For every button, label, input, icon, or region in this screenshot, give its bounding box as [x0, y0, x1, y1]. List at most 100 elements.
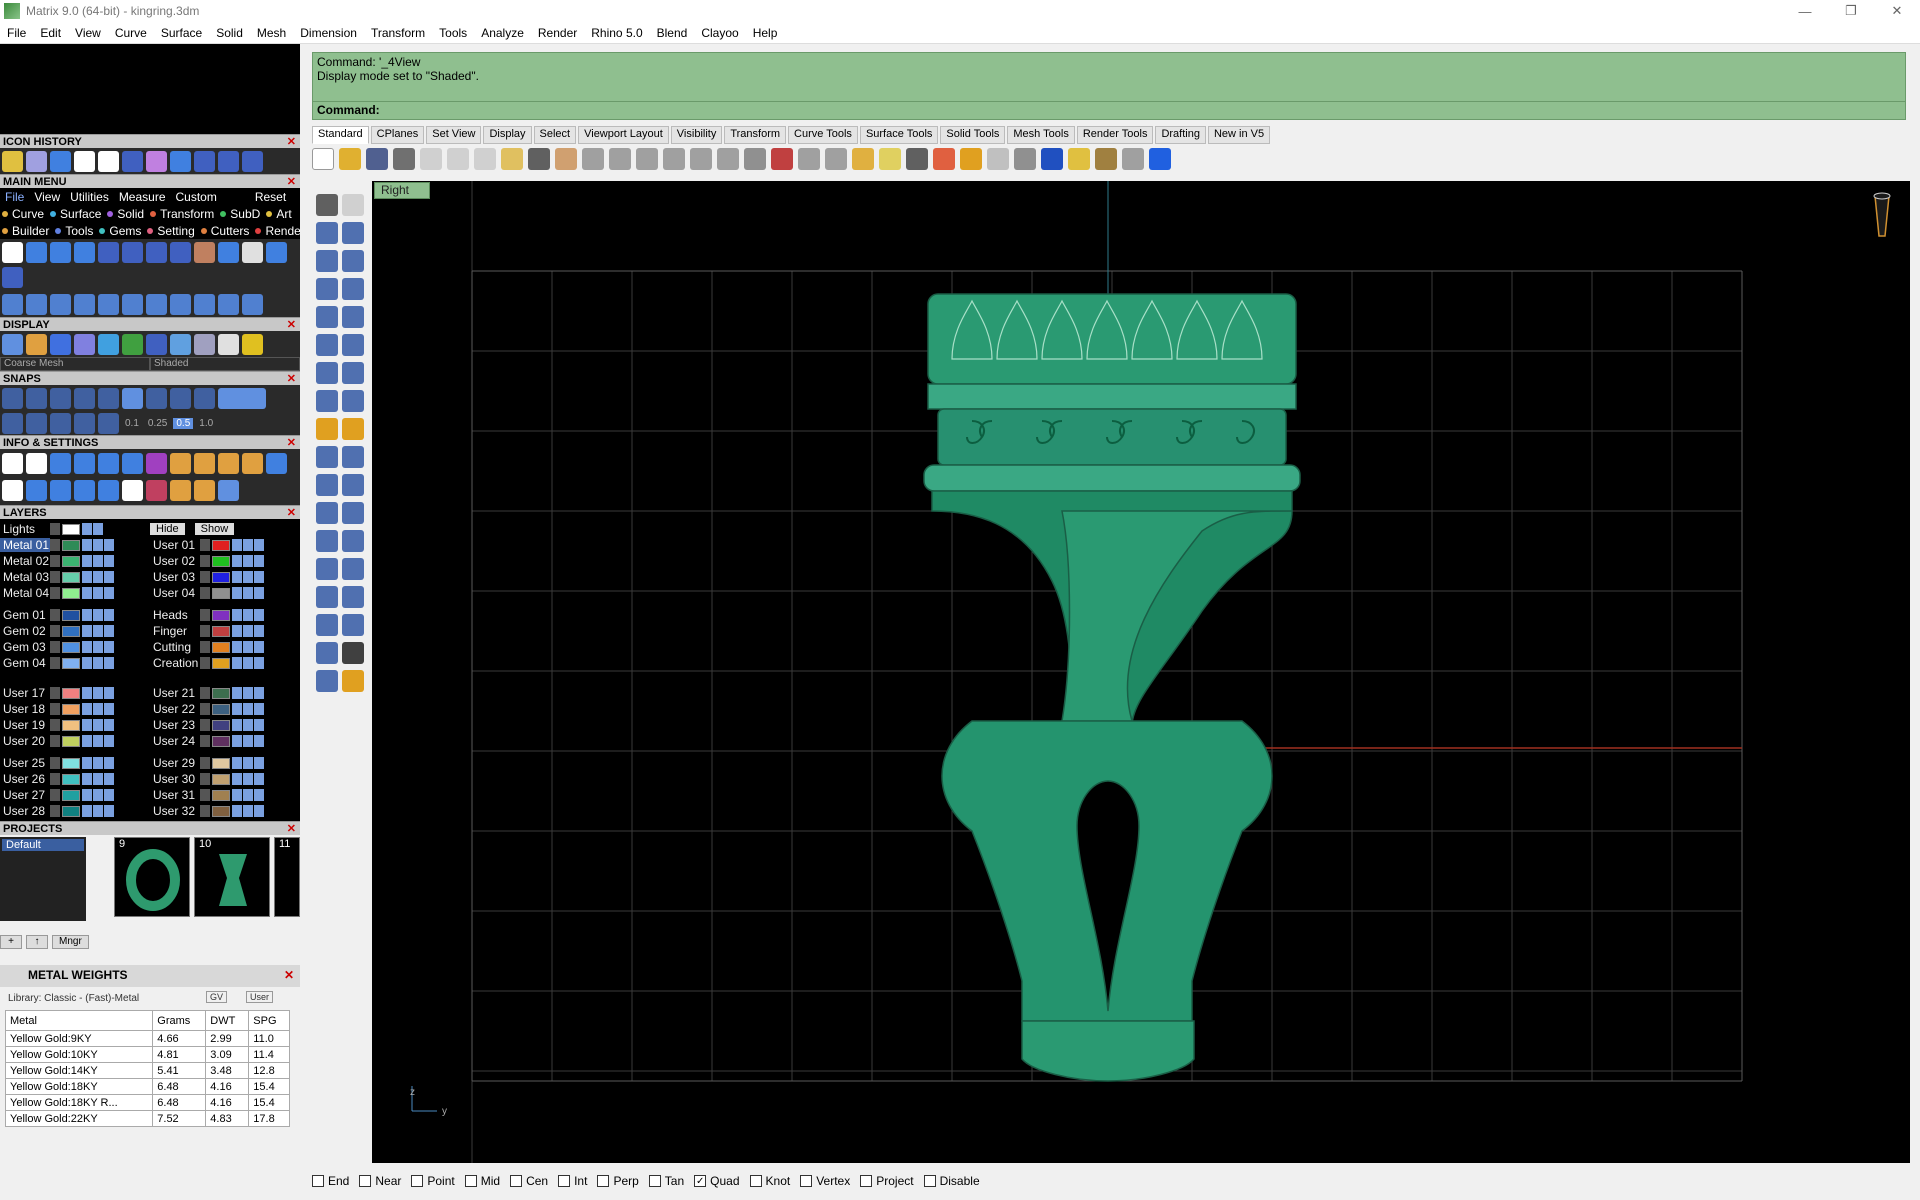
lock-icon[interactable] [906, 148, 928, 170]
lock-icon[interactable] [232, 555, 242, 567]
select-layer-icon[interactable] [104, 625, 114, 637]
lock-icon[interactable] [82, 555, 92, 567]
osnap-knot[interactable]: Knot [749, 1174, 790, 1188]
column-header[interactable]: SPG [248, 1010, 290, 1031]
snap-value-2[interactable]: 0.25 [145, 418, 170, 429]
visibility-icon[interactable] [93, 789, 103, 801]
menu-transform[interactable]: Transform [364, 26, 432, 40]
checkbox[interactable]: ✓ [694, 1175, 707, 1187]
surface-icon[interactable] [316, 334, 338, 356]
layer-color-swatch[interactable] [212, 687, 230, 699]
layer-color-swatch[interactable] [62, 805, 80, 817]
checkbox[interactable] [558, 1175, 571, 1187]
table-row[interactable]: Yellow Gold:9KY 4.66 2.99 11.0 [4, 1030, 290, 1047]
layer-color-swatch[interactable] [62, 539, 80, 551]
viewport-right[interactable]: Right z y [372, 181, 1910, 1163]
save-as-icon[interactable] [194, 150, 215, 172]
lock-icon[interactable] [82, 805, 92, 817]
ungroup-icon[interactable] [342, 474, 364, 496]
expand-arrow-icon[interactable] [50, 539, 60, 551]
check-icon[interactable] [342, 642, 364, 664]
xray-icon[interactable] [122, 333, 143, 355]
gold-sphere-icon[interactable] [242, 333, 263, 355]
lock-icon[interactable] [82, 587, 92, 599]
visibility-icon[interactable] [93, 757, 103, 769]
expand-arrow-icon[interactable] [50, 735, 60, 747]
layer-name[interactable]: User 22 [150, 702, 200, 716]
forward-arrow-icon[interactable] [242, 150, 263, 172]
checkbox[interactable] [597, 1175, 610, 1187]
layer-name[interactable]: User 21 [150, 686, 200, 700]
tab-surface-tools[interactable]: Surface Tools [859, 126, 939, 144]
project-thumbnail[interactable]: 9 [114, 837, 190, 917]
table-row[interactable]: Yellow Gold:10KY 4.81 3.09 11.4 [4, 1046, 290, 1063]
artistic-icon[interactable] [194, 333, 215, 355]
layer-name[interactable]: User 02 [150, 554, 200, 568]
menu-rhino-5-0[interactable]: Rhino 5.0 [584, 26, 649, 40]
checkbox[interactable] [860, 1175, 873, 1187]
tab-select[interactable]: Select [533, 126, 577, 144]
checkbox[interactable] [312, 1175, 324, 1187]
lock-icon[interactable] [82, 773, 92, 785]
checkbox[interactable] [800, 1175, 813, 1187]
center-snap-icon[interactable] [146, 387, 167, 409]
close-icon[interactable]: ✕ [287, 175, 296, 189]
tab-curve-tools[interactable]: Curve Tools [788, 126, 858, 144]
fillet-icon[interactable] [342, 306, 364, 328]
layer-name[interactable]: Metal 03 [0, 570, 50, 584]
print-icon[interactable] [393, 148, 415, 170]
wireframe-icon[interactable] [2, 333, 23, 355]
osnap-disable[interactable]: Disable [923, 1174, 980, 1188]
box-icon[interactable] [50, 480, 71, 502]
loft-icon[interactable] [342, 334, 364, 356]
tab-viewport-layout[interactable]: Viewport Layout [578, 126, 669, 144]
expand-arrow-icon[interactable] [200, 555, 210, 567]
table-row[interactable]: Yellow Gold:18KY 6.48 4.16 15.4 [4, 1078, 290, 1095]
window-icon[interactable] [2, 480, 23, 502]
analyze-icon[interactable] [26, 452, 47, 474]
osnap-quad[interactable]: ✓ Quad [694, 1174, 740, 1188]
rotate-icon[interactable] [26, 293, 47, 315]
options-icon[interactable] [98, 452, 119, 474]
curve-icon[interactable] [342, 222, 364, 244]
expand-arrow-icon[interactable] [50, 703, 60, 715]
help-icon[interactable] [1149, 148, 1171, 170]
layer-name[interactable]: User 04 [150, 586, 200, 600]
ortho-icon[interactable] [26, 387, 47, 409]
visibility-icon[interactable] [243, 587, 253, 599]
box-icon[interactable] [316, 362, 338, 384]
ruler-icon[interactable] [342, 586, 364, 608]
pipe-icon[interactable] [342, 614, 364, 636]
script-icon[interactable] [242, 241, 263, 263]
select-layer-icon[interactable] [254, 555, 264, 567]
select-layer-icon[interactable] [104, 735, 114, 747]
close-icon[interactable]: ✕ [287, 372, 296, 386]
visibility-icon[interactable] [243, 719, 253, 731]
layer-color-swatch[interactable] [212, 641, 230, 653]
menu-solid[interactable]: Solid [209, 26, 250, 40]
visibility-icon[interactable] [243, 773, 253, 785]
menu-render[interactable]: Render [531, 26, 584, 40]
pencil-icon[interactable] [50, 412, 71, 434]
menu-dimension[interactable]: Dimension [293, 26, 364, 40]
expand-arrow-icon[interactable] [50, 555, 60, 567]
layer-name[interactable]: User 28 [0, 804, 50, 818]
layer-color-swatch[interactable] [62, 757, 80, 769]
tab-standard[interactable]: Standard [312, 126, 369, 144]
lock-icon[interactable] [82, 757, 92, 769]
checkbox[interactable] [464, 1175, 477, 1187]
lock-icon[interactable] [232, 539, 242, 551]
select-layer-icon[interactable] [104, 657, 114, 669]
expand-arrow-icon[interactable] [50, 625, 60, 637]
layer-color-swatch[interactable] [212, 657, 230, 669]
main-menu-setting[interactable]: Setting [145, 224, 198, 238]
add-user-icon[interactable] [218, 241, 239, 263]
select-icon[interactable] [798, 148, 820, 170]
lock-icon[interactable] [82, 523, 92, 535]
extrude-icon[interactable] [316, 390, 338, 412]
visibility-icon[interactable] [93, 587, 103, 599]
layer-name[interactable]: Gem 02 [0, 624, 50, 638]
layer-name[interactable]: User 31 [150, 788, 200, 802]
lock-icon[interactable] [232, 609, 242, 621]
main-menu-tab-custom[interactable]: Custom [171, 190, 222, 204]
